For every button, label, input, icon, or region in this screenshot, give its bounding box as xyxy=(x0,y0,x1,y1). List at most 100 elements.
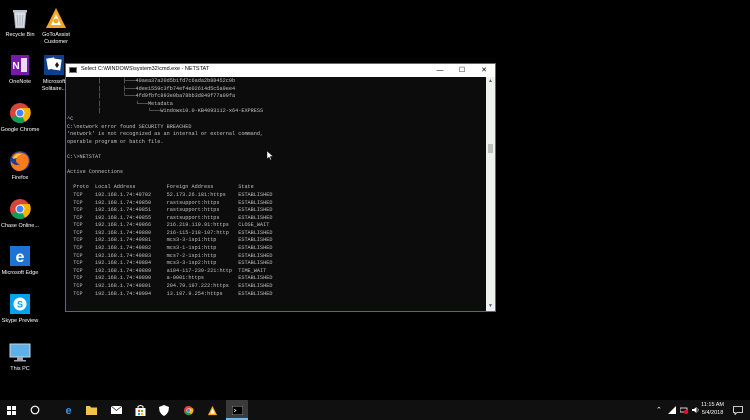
terminal-line: TCP 192.168.1.74:49866 216.219.119.91:ht… xyxy=(67,222,270,229)
svg-text:N: N xyxy=(12,61,19,72)
gotoassist-shortcut[interactable]: GoToAssist Customer xyxy=(36,6,76,45)
computer-icon xyxy=(8,340,32,364)
desktop-icon-label: Skype Preview xyxy=(1,318,39,324)
desktop-icon-label: This PC xyxy=(10,366,30,372)
windows-logo-icon xyxy=(6,405,16,415)
cmd-window[interactable]: Select C:\WINDOWS\system32\cmd.exe - NET… xyxy=(65,63,496,312)
svg-text:e: e xyxy=(16,249,25,266)
network-icon[interactable] xyxy=(667,406,676,414)
chevron-up-icon[interactable]: ⌃ xyxy=(656,406,662,414)
terminal-line: TCP 192.168.1.74:49889 a104-117-239-221:… xyxy=(67,267,267,274)
terminal-line: TCP 192.168.1.74:49890 a-0001:https ESTA… xyxy=(67,275,273,282)
terminal-line: TCP 192.168.1.74:49850 rastsupport:https… xyxy=(67,199,273,206)
svg-text:e: e xyxy=(65,405,71,416)
close-button[interactable]: ✕ xyxy=(473,64,495,77)
taskbar-file-explorer[interactable] xyxy=(80,400,102,420)
microsoft-edge-shortcut[interactable]: e Microsoft Edge xyxy=(0,244,40,277)
chase-online-shortcut[interactable]: Chase Online... xyxy=(0,197,40,230)
taskbar-edge[interactable]: e xyxy=(57,400,79,420)
google-chrome-shortcut[interactable]: Google Chrome xyxy=(0,101,40,134)
desktop-icon-label: Chase Online... xyxy=(1,223,39,229)
cmd-app-icon xyxy=(69,67,77,73)
terminal-line: operable program or batch file. xyxy=(67,138,164,145)
gotoassist-icon xyxy=(207,405,217,415)
terminal-line: TCP 192.168.1.74:49881 mcs3-3-1sp1:http … xyxy=(67,237,273,244)
edge-icon: e xyxy=(8,244,32,268)
store-bag-icon xyxy=(135,404,145,416)
system-tray: ⌃ xyxy=(656,400,700,420)
terminal-line: ^C xyxy=(67,115,74,122)
taskbar-gotoassist[interactable] xyxy=(201,400,223,420)
svg-text:S: S xyxy=(17,300,23,310)
speaker-icon[interactable] xyxy=(691,406,700,414)
skype-preview-shortcut[interactable]: S Skype Preview xyxy=(0,292,40,325)
edge-icon: e xyxy=(65,405,71,416)
cmd-titlebar[interactable]: Select C:\WINDOWS\system32\cmd.exe - NET… xyxy=(66,64,495,77)
firefox-shortcut[interactable]: Firefox xyxy=(0,149,40,182)
terminal-line: TCP 192.168.1.74:49880 216-115-218-107:h… xyxy=(67,229,273,236)
desktop-icon-label: Firefox xyxy=(11,175,29,181)
taskbar-chrome[interactable] xyxy=(177,400,199,420)
taskbar: e ⌃ 11:15 AM 5/4/2018 xyxy=(0,400,750,420)
desktop-icon-label: Recycle Bin xyxy=(5,32,35,38)
clock-time: 11:15 AM xyxy=(701,402,724,408)
terminal-line: TCP 192.168.1.74:49883 mcs7-2-1sp1:http … xyxy=(67,252,273,259)
taskbar-store[interactable] xyxy=(129,400,151,420)
scroll-down-arrow-icon[interactable]: ▼ xyxy=(486,302,495,311)
solitaire-icon xyxy=(42,53,66,77)
cortana-circle-icon xyxy=(30,405,40,415)
window-title: Select C:\WINDOWS\system32\cmd.exe - NET… xyxy=(81,66,210,72)
taskbar-mail[interactable] xyxy=(105,400,127,420)
taskbar-cmd[interactable] xyxy=(226,400,248,420)
recycle-bin-shortcut[interactable]: Recycle Bin xyxy=(0,6,40,39)
taskbar-clock[interactable]: 11:15 AM 5/4/2018 xyxy=(701,402,724,417)
terminal-line: TCP 192.168.1.74:49891 204.79.197.222:ht… xyxy=(67,283,273,290)
terminal-output[interactable]: │ ├───40aea37a20d5b1fd7c6ada2b88452c9b │… xyxy=(66,77,486,311)
cortana-search-button[interactable] xyxy=(24,400,46,420)
mouse-pointer-icon xyxy=(267,151,273,160)
desktop: Recycle Bin GoToAssist Customer N OneNot… xyxy=(0,0,750,400)
battery-warning-icon[interactable] xyxy=(679,406,688,414)
cmd-icon xyxy=(231,405,243,415)
taskbar-security-shield[interactable] xyxy=(153,400,175,420)
desktop-icon-label: GoToAssist Customer xyxy=(42,32,70,45)
terminal-line: │ └───Windows10.0-KB4093112-x64-EXPRESS xyxy=(67,108,264,115)
scroll-up-arrow-icon[interactable]: ▲ xyxy=(486,77,495,86)
terminal-line: TCP 192.168.1.74:49884 mcs3-3-1sp2:http … xyxy=(67,260,273,267)
onenote-icon: N xyxy=(8,53,32,77)
chrome-icon xyxy=(8,101,32,125)
firefox-icon xyxy=(8,149,32,173)
chrome-icon xyxy=(183,405,193,415)
recycle-bin-icon xyxy=(8,6,32,30)
start-button[interactable] xyxy=(0,400,22,420)
notification-icon xyxy=(733,405,743,415)
terminal-line: TCP 192.168.1.74:49851 rastsupport:https… xyxy=(67,207,273,214)
terminal-line: Active Connections xyxy=(67,169,124,176)
action-center-button[interactable] xyxy=(726,400,750,420)
scrollbar-thumb[interactable] xyxy=(488,144,493,153)
shield-icon xyxy=(159,404,169,416)
terminal-line: Proto Local Address Foreign Address Stat… xyxy=(67,184,254,191)
this-pc-shortcut[interactable]: This PC xyxy=(0,340,40,373)
terminal-line: C:\>NETSTAT xyxy=(67,153,102,160)
mail-icon xyxy=(110,406,122,414)
terminal-line: 'network' is not recognized as an intern… xyxy=(67,131,264,138)
terminal-line: TCP 192.168.1.74:49882 mcs3-1-1sp1:http … xyxy=(67,245,273,252)
vertical-scrollbar[interactable]: ▲ ▼ xyxy=(486,77,495,311)
desktop-icon-label: Microsoft Edge xyxy=(1,270,39,276)
terminal-line: TCP 192.168.1.74:49904 13.107.9.254:http… xyxy=(67,290,273,297)
clock-date: 5/4/2018 xyxy=(701,409,724,416)
desktop-icon-label: Google Chrome xyxy=(0,127,40,133)
chrome-icon xyxy=(8,197,32,221)
terminal-line: │ ├───40aea37a20d5b1fd7c6ada2b88452c9b xyxy=(67,78,236,84)
terminal-line: TCP 192.168.1.74:49855 rastsupport:https… xyxy=(67,214,273,221)
minimize-button[interactable]: — xyxy=(429,64,451,77)
folder-icon xyxy=(85,406,97,415)
terminal-line: C:\network error found SECURITY BREACHED xyxy=(67,123,192,130)
skype-icon: S xyxy=(8,292,32,316)
terminal-line: TCP 192.168.1.74:49702 52.173.26.181:htt… xyxy=(67,191,273,198)
maximize-button[interactable]: ☐ xyxy=(451,64,473,77)
